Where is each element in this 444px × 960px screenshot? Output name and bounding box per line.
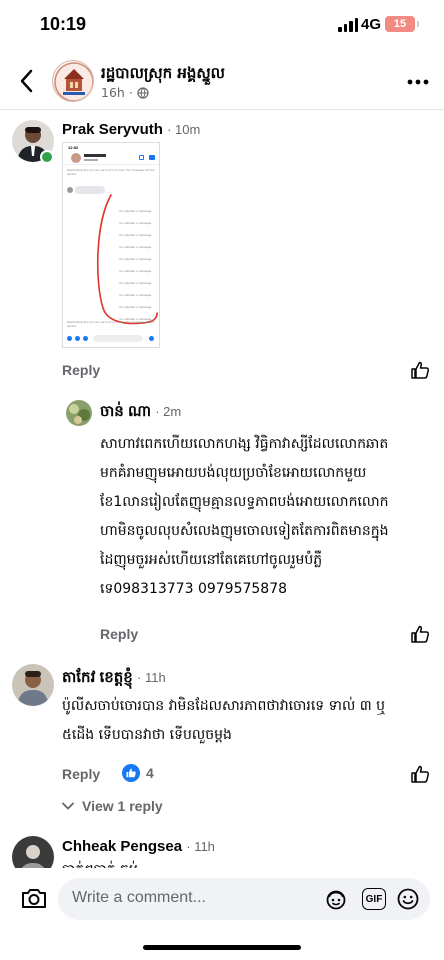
status-bar: 10:19 4G 15 xyxy=(0,0,444,52)
comment-author[interactable]: Prak Seryvuth · 10m xyxy=(62,121,200,138)
comment-line: ហាមិនចូលលុបសំលេងញុមចោលទៀតតែការពិតមានក្នុ… xyxy=(100,523,389,539)
comment-input-container[interactable]: GIF xyxy=(58,878,430,920)
like-icon[interactable] xyxy=(410,764,430,784)
comment-author[interactable]: ចាន់ ណា · 2m xyxy=(100,402,181,424)
red-annotation-mark xyxy=(97,194,158,325)
comment-line: ដៃញុមចួរអស់ហើយនៅតែគេហៅចូលរួមបំភ្លឺ xyxy=(100,552,323,568)
comment-line: ៥ដើង ទើបបានវាថា ទើបលួចម្តង xyxy=(62,727,232,743)
comment-line: មកគំរាមញុមអោយបង់លុយប្រចាំខែអោយលោកមួយ xyxy=(100,465,367,481)
status-time: 10:19 xyxy=(40,14,87,34)
view-replies-button[interactable]: View 1 reply xyxy=(62,798,163,814)
reply-button[interactable]: Reply xyxy=(62,766,100,782)
comment-line: សាហាវពេកហើយលោកហង្ស វិធ្វិកាវាស្សីដែលលោកឆ… xyxy=(100,436,389,452)
thumb-bottom-note: Deactivating this account, we're sorry t… xyxy=(67,321,155,328)
reaction-count: 4 xyxy=(146,765,154,781)
reply-button[interactable]: Reply xyxy=(62,362,100,378)
page-name[interactable]: រដ្ឋបាលស្រុក អង្គស្នួល xyxy=(101,64,225,86)
back-arrow-icon[interactable] xyxy=(14,68,38,94)
screenshot-attachment[interactable]: 12:52 Deactivating this account, we're s… xyxy=(62,142,160,348)
comment-input[interactable] xyxy=(72,889,312,907)
like-reaction-icon xyxy=(122,764,140,782)
chevron-down-icon xyxy=(62,802,74,810)
globe-icon xyxy=(137,86,149,99)
comment-text: ប៉ូលីសចាប់ចោរបាន វាមិនដែលសារភាពថាវាចោរទេ… xyxy=(62,692,436,750)
emoji-icon[interactable] xyxy=(396,887,420,911)
comment-text: សាហាវពេកហើយលោកហង្ស វិធ្វិកាវាស្សីដែលលោកឆ… xyxy=(100,430,436,604)
post-time: 16h xyxy=(101,85,125,100)
comment-composer: GIF xyxy=(0,868,444,932)
comment-author[interactable]: Chheak Pengsea · 11h xyxy=(62,838,215,855)
avatar[interactable] xyxy=(66,400,92,426)
thumb-composer xyxy=(67,335,157,343)
view-replies-label: View 1 reply xyxy=(82,798,163,814)
like-icon[interactable] xyxy=(410,624,430,644)
battery-icon: 15 xyxy=(385,16,419,32)
network-type: 4G xyxy=(361,16,382,33)
camera-icon[interactable] xyxy=(20,886,48,910)
page-avatar[interactable] xyxy=(52,60,94,102)
gif-label: GIF xyxy=(365,893,383,905)
online-indicator xyxy=(40,150,54,164)
like-icon[interactable] xyxy=(410,360,430,380)
reaction-summary[interactable]: 4 xyxy=(122,764,154,782)
more-options-icon[interactable] xyxy=(406,72,430,92)
comment-author[interactable]: តាកែវ ខេត្តខ្ញុំ · 11h xyxy=(62,668,166,690)
home-indicator xyxy=(143,945,301,950)
post-header: រដ្ឋបាលស្រុក អង្គស្នួល 16h · xyxy=(0,54,444,110)
signal-icon xyxy=(338,18,358,32)
avatar-sticker-icon[interactable] xyxy=(324,887,348,911)
reply-button[interactable]: Reply xyxy=(100,626,138,642)
comment-line: ខែ1លានរៀលតែញុមគ្មានលទ្ធភាពបង់អោយលោកលោក xyxy=(100,494,389,510)
gif-icon[interactable]: GIF xyxy=(362,888,386,910)
comment-line: ប៉ូលីសចាប់ចោរបាន វាមិនដែលសារភាពថាវាចោរទេ… xyxy=(62,698,386,714)
post-meta: 16h · xyxy=(101,85,149,100)
comment-line: ទេ098313773 0979575878 xyxy=(100,581,288,597)
avatar[interactable] xyxy=(12,664,54,706)
